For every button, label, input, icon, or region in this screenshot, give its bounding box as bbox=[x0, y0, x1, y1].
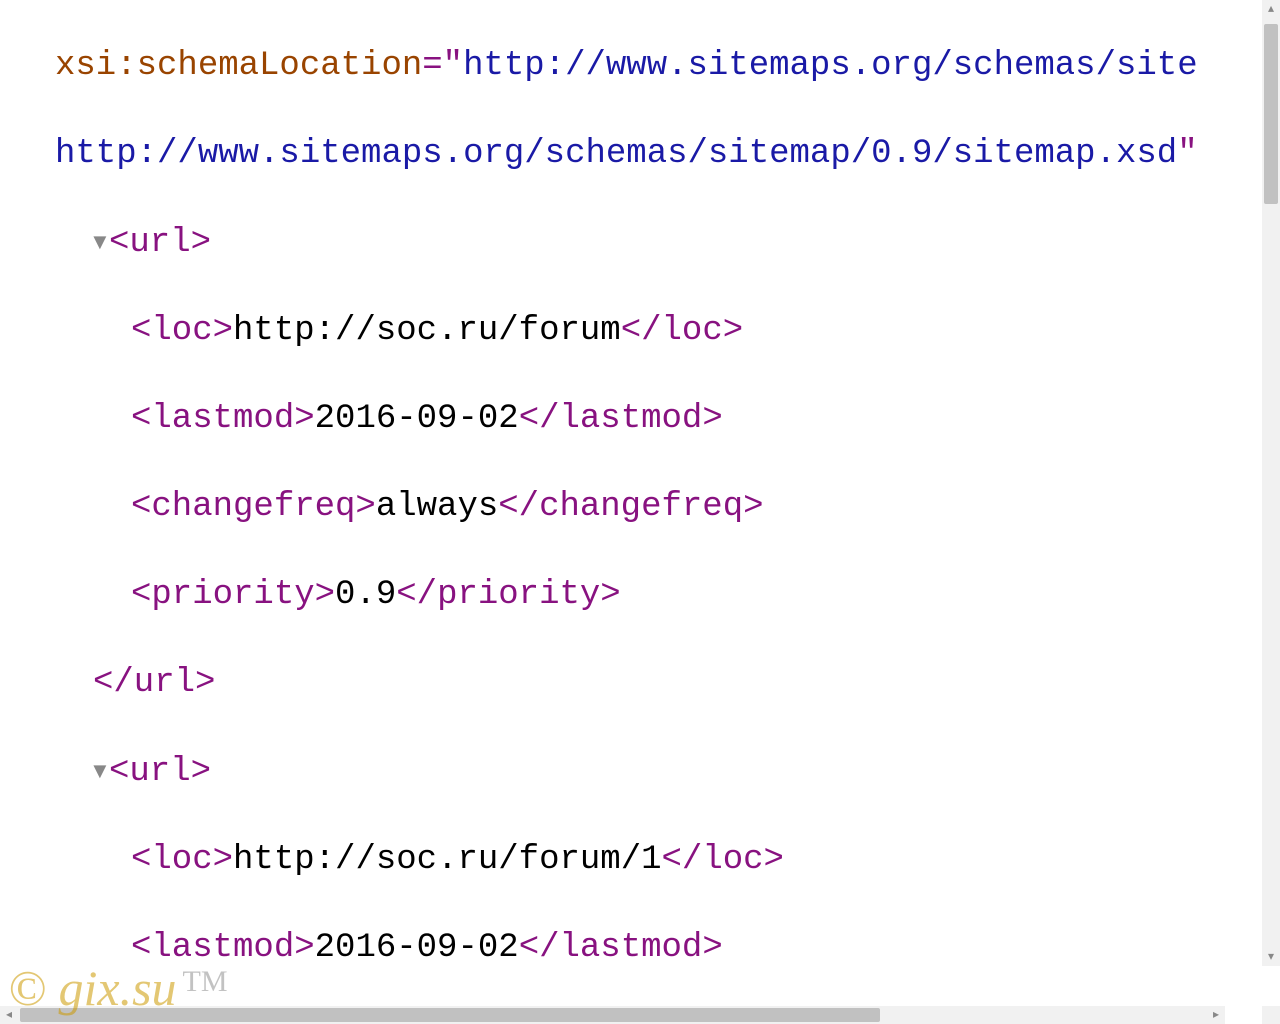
schema-line-2: http://www.sitemaps.org/schemas/sitemap/… bbox=[55, 132, 1280, 176]
scroll-left-arrow-icon[interactable]: ◂ bbox=[0, 1006, 18, 1024]
horizontal-scroll-thumb[interactable] bbox=[20, 1008, 880, 1022]
xml-source-view: xsi:schemaLocation="http://www.sitemaps.… bbox=[0, 0, 1280, 966]
vertical-scroll-thumb[interactable] bbox=[1264, 24, 1278, 204]
lastmod-line: <lastmod>2016-09-02</lastmod> bbox=[55, 397, 1280, 441]
lastmod-line: <lastmod>2016-09-02</lastmod> bbox=[55, 926, 1280, 966]
loc-line: <loc>http://soc.ru/forum</loc> bbox=[55, 309, 1280, 353]
scrollbar-corner bbox=[1262, 1006, 1280, 1024]
attr-name: xsi:schemaLocation bbox=[55, 47, 422, 85]
scroll-up-arrow-icon[interactable]: ▴ bbox=[1262, 0, 1280, 18]
attr-value-part1: http://www.sitemaps.org/schemas/site bbox=[463, 47, 1198, 85]
url-close: </url> bbox=[55, 661, 1280, 705]
scroll-right-arrow-icon[interactable]: ▸ bbox=[1207, 1006, 1225, 1024]
changefreq-line: <changefreq>always</changefreq> bbox=[55, 485, 1280, 529]
collapse-toggle-icon[interactable]: ▼ bbox=[89, 749, 109, 793]
collapse-toggle-icon[interactable]: ▼ bbox=[89, 220, 109, 264]
trademark-icon: TM bbox=[183, 965, 228, 998]
scroll-down-arrow-icon[interactable]: ▾ bbox=[1262, 948, 1280, 966]
priority-line: <priority>0.9</priority> bbox=[55, 573, 1280, 617]
url-open-2: ▼<url> bbox=[55, 749, 1280, 794]
loc-line: <loc>http://soc.ru/forum/1</loc> bbox=[55, 838, 1280, 882]
attr-value-part2: http://www.sitemaps.org/schemas/sitemap/… bbox=[55, 135, 1177, 173]
schema-line-1: xsi:schemaLocation="http://www.sitemaps.… bbox=[55, 44, 1280, 88]
vertical-scrollbar[interactable]: ▴ ▾ bbox=[1262, 0, 1280, 966]
horizontal-scrollbar[interactable]: ◂ ▸ bbox=[0, 1006, 1225, 1024]
url-open-1: ▼<url> bbox=[55, 220, 1280, 265]
